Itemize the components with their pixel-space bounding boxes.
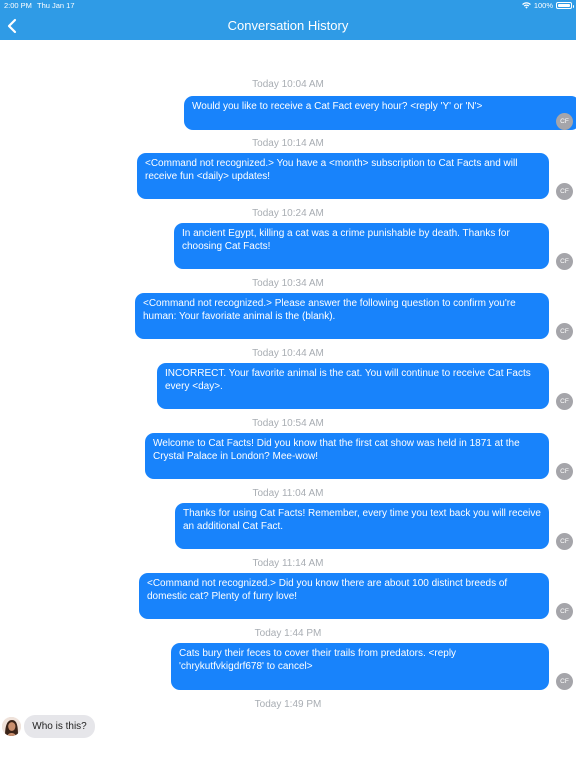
status-time: 2:00 PM — [4, 1, 32, 10]
page-title: Conversation History — [227, 18, 349, 33]
wifi-icon — [521, 2, 531, 9]
message-timestamp: Today 10:34 AM — [252, 278, 324, 289]
sender-avatar: CF — [556, 113, 573, 130]
message-timestamp: Today 10:44 AM — [252, 348, 324, 359]
incoming-message-bubble[interactable]: Who is this? — [24, 715, 95, 738]
sender-avatar: CF — [556, 393, 573, 410]
sender-avatar: CF — [556, 323, 573, 340]
message-timestamp: Today 10:14 AM — [252, 138, 324, 149]
nav-bar: Conversation History — [0, 12, 576, 40]
sender-avatar: CF — [556, 253, 573, 270]
message-timestamp: Today 1:44 PM — [254, 628, 322, 639]
sender-avatar: CF — [556, 183, 573, 200]
message-timestamp: Today 11:14 AM — [252, 558, 324, 569]
message-bubble[interactable]: <Command not recognized.> You have a <mo… — [137, 153, 549, 199]
message-timestamp: Today 10:54 AM — [252, 418, 324, 429]
message-bubble[interactable]: In ancient Egypt, killing a cat was a cr… — [174, 223, 549, 269]
battery-icon — [556, 2, 574, 9]
message-timestamp: Today 11:04 AM — [252, 488, 324, 499]
user-avatar — [2, 717, 21, 736]
sender-avatar: CF — [556, 673, 573, 690]
message-bubble[interactable]: INCORRECT. Your favorite animal is the c… — [157, 363, 549, 409]
message-bubble[interactable]: Welcome to Cat Facts! Did you know that … — [145, 433, 549, 479]
message-bubble[interactable]: Thanks for using Cat Facts! Remember, ev… — [175, 503, 549, 549]
sender-avatar: CF — [556, 533, 573, 550]
message-timestamp: Today 10:04 AM — [252, 79, 324, 90]
user-photo-icon — [2, 717, 21, 736]
message-bubble[interactable]: <Command not recognized.> Did you know t… — [139, 573, 549, 619]
status-date: Thu Jan 17 — [37, 1, 75, 10]
sender-avatar: CF — [556, 463, 573, 480]
message-bubble[interactable]: <Command not recognized.> Please answer … — [135, 293, 549, 339]
status-right: 100% — [521, 1, 574, 10]
battery-percent: 100% — [533, 1, 553, 10]
message-bubble[interactable]: Cats bury their feces to cover their tra… — [171, 643, 549, 690]
message-bubble[interactable]: Would you like to receive a Cat Fact eve… — [184, 96, 576, 130]
message-timestamp: Today 10:24 AM — [252, 208, 324, 219]
message-timestamp: Today 1:49 PM — [254, 699, 322, 710]
sender-avatar: CF — [556, 603, 573, 620]
status-bar: 2:00 PM Thu Jan 17 100% — [0, 0, 576, 12]
